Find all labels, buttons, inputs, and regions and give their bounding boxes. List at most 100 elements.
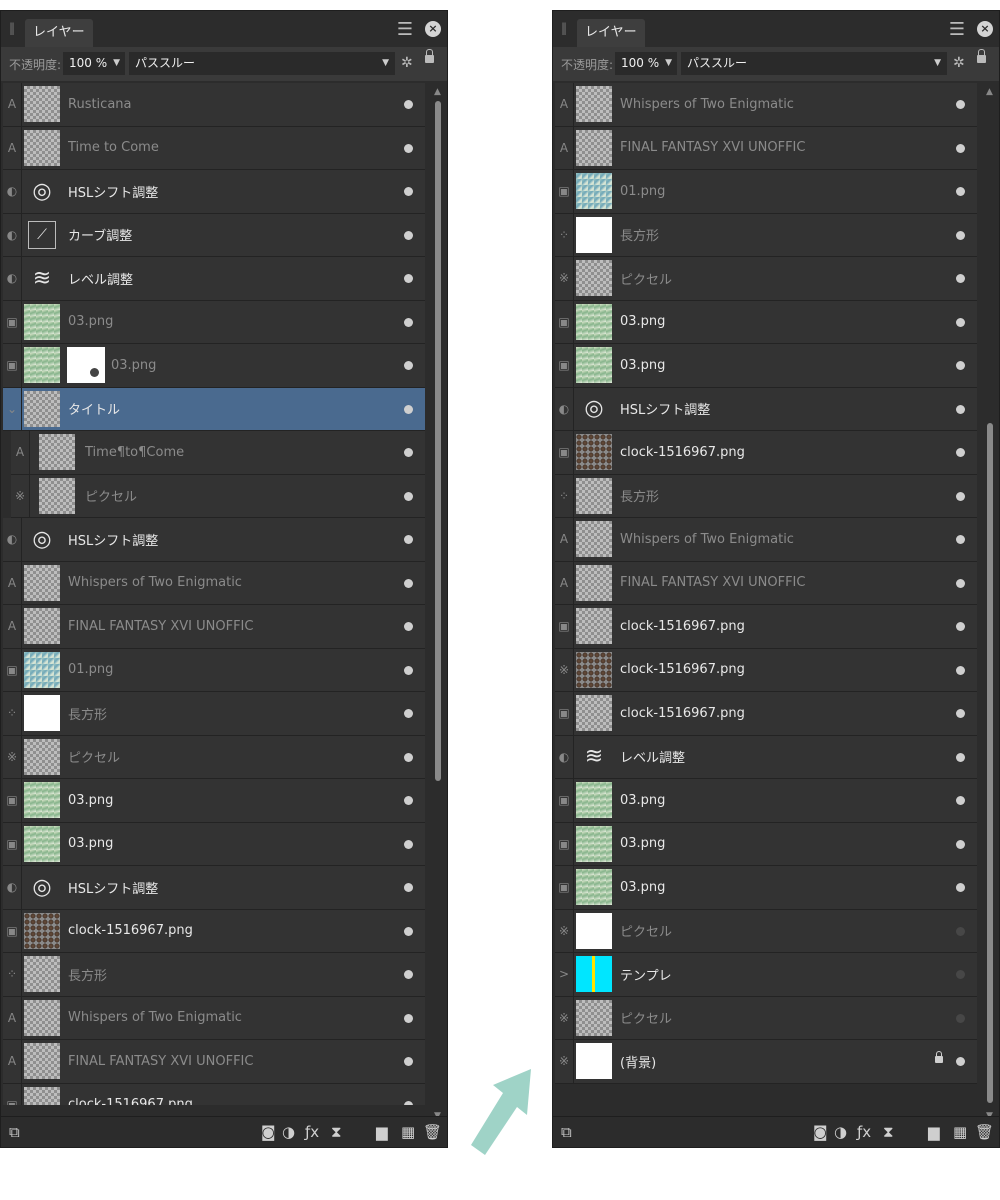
layer-name[interactable]: 03.png xyxy=(620,823,665,866)
visibility-toggle[interactable] xyxy=(956,709,965,718)
visibility-toggle[interactable] xyxy=(956,1013,965,1023)
layer-row[interactable]: ◐ ◎ HSLシフト調整 xyxy=(3,866,425,910)
layer-row[interactable]: ◐ ≋ レベル調整 xyxy=(3,257,425,301)
layer-arrange-icon[interactable]: ⧉ xyxy=(561,1123,572,1141)
visibility-toggle[interactable] xyxy=(404,100,413,109)
layer-name[interactable]: Rusticana xyxy=(68,83,132,126)
visibility-toggle[interactable] xyxy=(956,926,965,936)
layer-type-icon[interactable]: A xyxy=(3,83,22,126)
drag-grip-icon[interactable]: || xyxy=(561,21,567,35)
layer-name[interactable]: ピクセル xyxy=(620,910,672,953)
layer-name[interactable]: clock-1516967.png xyxy=(620,431,745,474)
layer-type-icon[interactable]: ▣ xyxy=(555,170,574,213)
layer-type-icon[interactable]: > xyxy=(555,953,574,996)
layer-row[interactable]: ▣ clock-1516967.png xyxy=(3,909,425,953)
visibility-toggle[interactable] xyxy=(404,317,413,327)
adjustment-icon[interactable]: ◑ xyxy=(282,1123,295,1141)
layer-type-icon[interactable]: ※ xyxy=(555,909,574,952)
scroll-up-icon[interactable]: ▲ xyxy=(986,87,993,97)
live-filter-icon[interactable]: ⧗ xyxy=(331,1123,342,1141)
layer-row[interactable]: A FINAL FANTASY XVI UNOFFIC xyxy=(3,605,425,649)
layer-type-icon[interactable]: ⁘ xyxy=(3,692,22,735)
layer-name[interactable]: 03.png xyxy=(68,823,113,866)
layer-type-icon[interactable]: ▣ xyxy=(555,431,574,474)
layer-type-icon[interactable]: ▣ xyxy=(555,779,574,822)
layer-name[interactable]: clock-1516967.png xyxy=(620,649,745,692)
layer-arrange-icon[interactable]: ⧉ xyxy=(9,1123,20,1141)
visibility-toggle[interactable] xyxy=(404,752,413,762)
trash-icon[interactable]: 🗑 xyxy=(975,1123,994,1141)
layer-name[interactable]: 長方形 xyxy=(620,214,659,257)
layer-type-icon[interactable]: ▣ xyxy=(555,692,574,735)
layer-row[interactable]: ▣ 03.png xyxy=(555,822,977,866)
layer-type-icon[interactable]: A xyxy=(555,561,574,604)
lock-icon[interactable] xyxy=(425,49,434,63)
layer-type-icon[interactable]: ▣ xyxy=(3,822,22,865)
live-filter-icon[interactable]: ⧗ xyxy=(883,1123,894,1141)
layer-name[interactable]: FINAL FANTASY XVI UNOFFIC xyxy=(68,1040,253,1083)
close-icon[interactable]: × xyxy=(425,21,441,37)
layer-row[interactable]: ▣ 01.png xyxy=(555,170,977,214)
layer-type-icon[interactable]: ▣ xyxy=(3,779,22,822)
layer-name[interactable]: (背景) xyxy=(620,1040,656,1083)
tab-layers[interactable]: レイヤー xyxy=(577,19,645,47)
layer-list[interactable]: A Rusticana A Time to Come ◐ ◎ HSLシフト調整 ◐ ⟋ カーブ調整… xyxy=(3,83,425,1105)
layer-row[interactable]: ▣ clock-1516967.png xyxy=(555,431,977,475)
layer-name[interactable]: 03.png xyxy=(68,301,113,344)
layer-type-icon[interactable]: A xyxy=(11,431,30,474)
gear-icon[interactable]: ✲ xyxy=(401,55,413,71)
visibility-toggle[interactable] xyxy=(404,404,413,414)
layer-row[interactable]: ※ (背景) xyxy=(555,1040,977,1084)
scrollbar[interactable]: ▲ ▼ xyxy=(985,87,995,1121)
layer-name[interactable]: Whispers of Two Enigmatic xyxy=(620,518,794,561)
layer-type-icon[interactable]: ▣ xyxy=(3,344,22,387)
layer-name[interactable]: 長方形 xyxy=(620,475,659,518)
visibility-toggle[interactable] xyxy=(956,100,965,109)
layer-row[interactable]: ◐ ◎ HSLシフト調整 xyxy=(555,387,977,431)
layer-row[interactable]: ▣ 03.png xyxy=(3,344,425,388)
layer-row[interactable]: ▣ clock-1516967.png xyxy=(3,1083,425,1105)
folder-icon[interactable]: ▆ xyxy=(376,1123,388,1141)
layer-row[interactable]: ⁘ 長方形 xyxy=(555,474,977,518)
layer-row[interactable]: ◐ ⟋ カーブ調整 xyxy=(3,213,425,257)
visibility-toggle[interactable] xyxy=(404,970,413,979)
visibility-toggle[interactable] xyxy=(404,535,413,544)
visibility-toggle[interactable] xyxy=(956,317,965,327)
layer-type-icon[interactable]: A xyxy=(3,996,22,1039)
panel-menu-icon[interactable]: ☰ xyxy=(949,19,965,40)
visibility-toggle[interactable] xyxy=(956,274,965,283)
layer-type-icon[interactable]: ※ xyxy=(555,1040,574,1083)
fx-icon[interactable]: ƒx xyxy=(857,1123,871,1141)
layer-name[interactable]: Whispers of Two Enigmatic xyxy=(68,562,242,605)
visibility-toggle[interactable] xyxy=(404,143,413,153)
visibility-toggle[interactable] xyxy=(404,665,413,675)
layer-name[interactable]: HSLシフト調整 xyxy=(620,388,710,431)
layer-row[interactable]: ▣ 03.png xyxy=(555,779,977,823)
layer-name[interactable]: clock-1516967.png xyxy=(68,910,193,953)
visibility-toggle[interactable] xyxy=(956,404,965,414)
layer-name[interactable]: clock-1516967.png xyxy=(620,692,745,735)
layer-row[interactable]: ▣ clock-1516967.png xyxy=(555,692,977,736)
layer-row[interactable]: A FINAL FANTASY XVI UNOFFIC xyxy=(555,126,977,170)
layer-name[interactable]: Whispers of Two Enigmatic xyxy=(68,997,242,1040)
visibility-toggle[interactable] xyxy=(404,926,413,936)
layer-name[interactable]: 01.png xyxy=(68,649,113,692)
layer-type-icon[interactable]: ※ xyxy=(11,474,30,517)
pixel-layer-icon[interactable]: ▦ xyxy=(401,1123,415,1141)
layer-row[interactable]: A Rusticana xyxy=(3,83,425,127)
layer-row[interactable]: ⁘ 長方形 xyxy=(3,953,425,997)
visibility-toggle[interactable] xyxy=(404,796,413,805)
layer-type-icon[interactable]: ◐ xyxy=(3,257,22,300)
layer-type-icon[interactable]: ◐ xyxy=(555,387,574,430)
layer-name[interactable]: clock-1516967.png xyxy=(68,1084,193,1105)
layer-name[interactable]: ピクセル xyxy=(85,475,137,518)
layer-row[interactable]: > テンプレ xyxy=(555,953,977,997)
layer-name[interactable]: テンプレ xyxy=(620,953,672,996)
layer-name[interactable]: Time to Come xyxy=(68,127,159,170)
panel-menu-icon[interactable]: ☰ xyxy=(397,19,413,40)
blend-mode-dropdown[interactable]: パススルー ▼ xyxy=(129,52,395,75)
layer-name[interactable]: 03.png xyxy=(620,779,665,822)
layer-type-icon[interactable]: A xyxy=(555,518,574,561)
layer-row[interactable]: ▣ 03.png xyxy=(555,300,977,344)
layer-row[interactable]: ▣ 03.png xyxy=(555,344,977,388)
